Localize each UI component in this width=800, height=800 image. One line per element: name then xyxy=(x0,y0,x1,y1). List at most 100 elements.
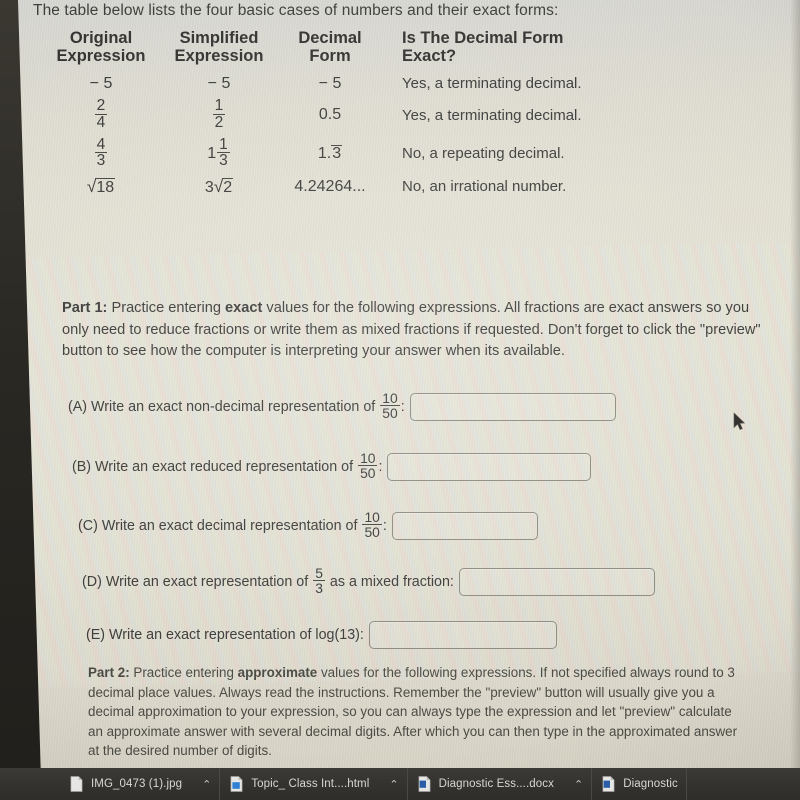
part2-label: Part 2: xyxy=(88,665,130,680)
numerator: 10 xyxy=(364,509,380,525)
denominator: 3 xyxy=(217,152,230,170)
header-line-2: Expression xyxy=(174,47,264,66)
header-line-2: Expression xyxy=(56,47,146,66)
browser-download-bar: IMG_0473 (1).jpg ⌃ Topic_ Class Int....h… xyxy=(0,768,800,800)
question-c-tag: (C) xyxy=(78,517,98,534)
square-root: √ 18 xyxy=(87,176,116,197)
download-item-1[interactable]: Topic_ Class Int....html ⌃ xyxy=(220,768,408,800)
chevron-up-icon[interactable]: ⌃ xyxy=(202,778,211,791)
header-line-1: Simplified xyxy=(179,29,259,47)
header-line-1: Decimal xyxy=(298,29,362,47)
answer-input-b[interactable] xyxy=(387,452,592,481)
coefficient: 3 xyxy=(204,179,214,197)
download-item-label: Diagnostic Ess....docx xyxy=(438,778,554,790)
cell-original: 2 4 xyxy=(44,96,158,135)
download-item-0[interactable]: IMG_0473 (1).jpg ⌃ xyxy=(60,768,221,800)
denominator: 4 xyxy=(94,113,108,131)
cell-exactness: No, an irrational number. xyxy=(402,178,567,196)
whole-part: 1 xyxy=(207,144,217,162)
fraction: 1 3 xyxy=(217,135,230,170)
part1-emphasis: exact xyxy=(225,300,263,316)
question-a-colon: : xyxy=(400,398,405,415)
fraction: 10 50 xyxy=(358,450,378,480)
answer-input-a[interactable] xyxy=(409,392,616,421)
question-c-text: Write an exact decimal representation of xyxy=(101,517,358,534)
part2-instructions: Part 2: Practice entering approximate va… xyxy=(88,663,748,761)
word-file-icon xyxy=(418,776,430,792)
column-header-original-expression: Original Expression xyxy=(44,28,158,72)
table-row: − 5 − 5 − 5 Yes, a terminating decimal. xyxy=(44,72,604,96)
answer-input-e[interactable] xyxy=(368,621,557,649)
part1-instructions: Part 1: Practice entering exact values f… xyxy=(62,298,772,363)
fraction: 5 3 xyxy=(313,566,325,595)
part1-label: Part 1: xyxy=(62,300,108,316)
html-file-icon xyxy=(230,776,243,792)
header-line-2: Form xyxy=(309,47,351,66)
column-header-is-decimal-exact: Is The Decimal Form Exact? xyxy=(402,29,564,66)
question-a-text: Write an exact non-decimal representatio… xyxy=(91,398,376,415)
question-b-text: Write an exact reduced representation of xyxy=(95,458,354,475)
header-line-1: Original xyxy=(69,29,133,47)
question-d-tag: (D) xyxy=(82,573,102,590)
cell-exactness: Yes, a terminating decimal. xyxy=(402,75,582,93)
table-row: 2 4 1 2 0.5 Yes, a terminating decimal. xyxy=(44,96,604,135)
numerator: 1 xyxy=(219,135,228,153)
numerator: 5 xyxy=(315,565,323,581)
cell-exactness: Yes, a terminating decimal. xyxy=(402,106,582,124)
question-d-text: Write an exact representation of xyxy=(105,573,309,590)
fraction: 10 50 xyxy=(362,509,382,539)
denominator: 50 xyxy=(380,405,400,422)
cell-original: √ 18 xyxy=(44,173,158,200)
cell-decimal: 1.3 xyxy=(280,135,380,174)
word-file-icon xyxy=(602,776,615,792)
answer-input-d[interactable] xyxy=(458,567,655,596)
cell-original: − 5 xyxy=(89,74,113,92)
number-forms-table: Original Expression Simplified Expressio… xyxy=(44,28,604,200)
question-d-suffix: as a mixed fraction: xyxy=(329,573,454,590)
denominator: 2 xyxy=(212,113,226,131)
download-item-2[interactable]: Diagnostic Ess....docx ⌃ xyxy=(408,768,593,800)
denominator: 3 xyxy=(94,152,108,170)
question-c-colon: : xyxy=(382,517,387,534)
numerator: 1 xyxy=(214,96,224,114)
numerator: 10 xyxy=(360,450,376,466)
question-e-tag: (E) xyxy=(86,627,106,643)
intro-sentence: The table below lists the four basic cas… xyxy=(33,2,559,19)
column-header-decimal-form: Decimal Form xyxy=(280,28,380,72)
cell-decimal: 4.24264... xyxy=(294,177,366,195)
download-item-3[interactable]: Diagnostic xyxy=(592,768,687,800)
numerator: 10 xyxy=(382,390,398,406)
answer-input-c[interactable] xyxy=(391,511,538,540)
fraction: 4 3 xyxy=(94,135,108,170)
radicand: 2 xyxy=(222,178,234,197)
fraction: 2 4 xyxy=(94,96,108,131)
part2-emphasis: approximate xyxy=(237,665,318,680)
cell-original: 4 3 xyxy=(44,135,158,174)
question-d: (D) Write an exact representation of 5 3… xyxy=(82,566,655,596)
question-b-colon: : xyxy=(378,458,383,475)
fraction: 10 50 xyxy=(380,390,400,422)
cell-simplified: 1 2 xyxy=(158,96,280,135)
numerator: 4 xyxy=(96,135,106,153)
numerator: 2 xyxy=(96,96,106,114)
chevron-up-icon[interactable]: ⌃ xyxy=(389,778,398,791)
question-a-tag: (A) xyxy=(68,398,88,415)
cell-simplified: − 5 xyxy=(207,74,231,92)
cell-simplified: 3 √ 2 xyxy=(158,173,280,200)
cell-decimal: − 5 xyxy=(318,74,342,92)
table-row: 4 3 1 1 3 1.3 No, a repeating decimal. xyxy=(44,135,604,174)
question-e-text: Write an exact representation of xyxy=(109,627,312,643)
question-c: (C) Write an exact decimal representatio… xyxy=(78,509,538,540)
decimal-integer-part: 1. xyxy=(317,144,332,162)
chevron-up-icon[interactable]: ⌃ xyxy=(574,778,583,791)
cell-simplified: 1 1 3 xyxy=(158,135,280,174)
question-b: (B) Write an exact reduced representatio… xyxy=(72,450,592,481)
part2-text-before: Practice entering xyxy=(129,665,238,680)
question-a: (A) Write an exact non-decimal represent… xyxy=(68,390,616,422)
question-e-expression: log(13): xyxy=(315,627,364,643)
square-root: √ 2 xyxy=(214,176,234,197)
question-e: (E) Write an exact representation of log… xyxy=(86,621,557,649)
download-item-label: Topic_ Class Int....html xyxy=(251,778,370,790)
mixed-number: 1 1 3 xyxy=(207,135,231,171)
part1-text-before: Practice entering xyxy=(107,300,226,316)
